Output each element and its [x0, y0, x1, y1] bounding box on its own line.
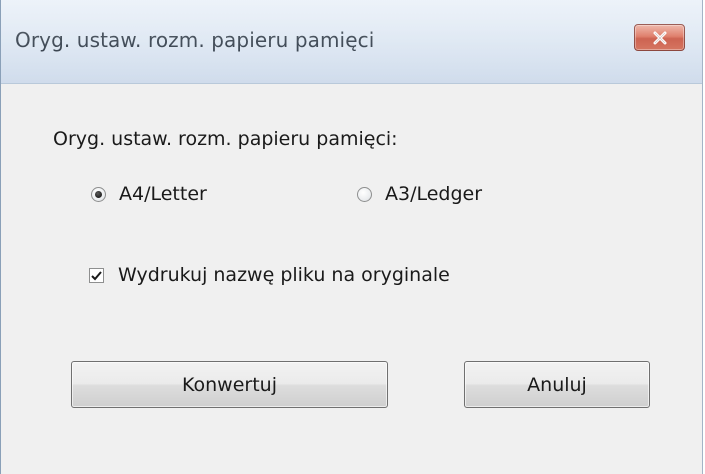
close-button[interactable]	[634, 24, 685, 51]
convert-button[interactable]: Konwertuj	[71, 361, 388, 408]
dialog-window: Oryg. ustaw. rozm. papieru pamięci Oryg.…	[0, 0, 703, 474]
radio-button-a4-letter[interactable]	[91, 186, 106, 202]
window-title: Oryg. ustaw. rozm. papieru pamięci	[15, 28, 375, 52]
radio-a4-letter[interactable]: A4/Letter	[91, 183, 207, 205]
radio-label-a3-ledger: A3/Ledger	[385, 183, 483, 205]
radio-a3-ledger[interactable]: A3/Ledger	[357, 183, 482, 205]
radio-button-a3-ledger[interactable]	[357, 186, 372, 202]
print-filename-checkbox[interactable]	[89, 267, 104, 283]
paper-size-group-label: Oryg. ustaw. rozm. papieru pamięci:	[53, 128, 398, 150]
cancel-button[interactable]: Anuluj	[464, 361, 650, 408]
checkmark-icon	[91, 264, 102, 286]
print-filename-option[interactable]: Wydrukuj nazwę pliku na oryginale	[89, 264, 450, 286]
title-bar[interactable]: Oryg. ustaw. rozm. papieru pamięci	[1, 0, 702, 84]
close-icon	[652, 31, 668, 45]
print-filename-label: Wydrukuj nazwę pliku na oryginale	[118, 264, 450, 286]
dialog-client-area: Oryg. ustaw. rozm. papieru pamięci: A4/L…	[1, 84, 702, 474]
radio-label-a4-letter: A4/Letter	[119, 183, 207, 205]
